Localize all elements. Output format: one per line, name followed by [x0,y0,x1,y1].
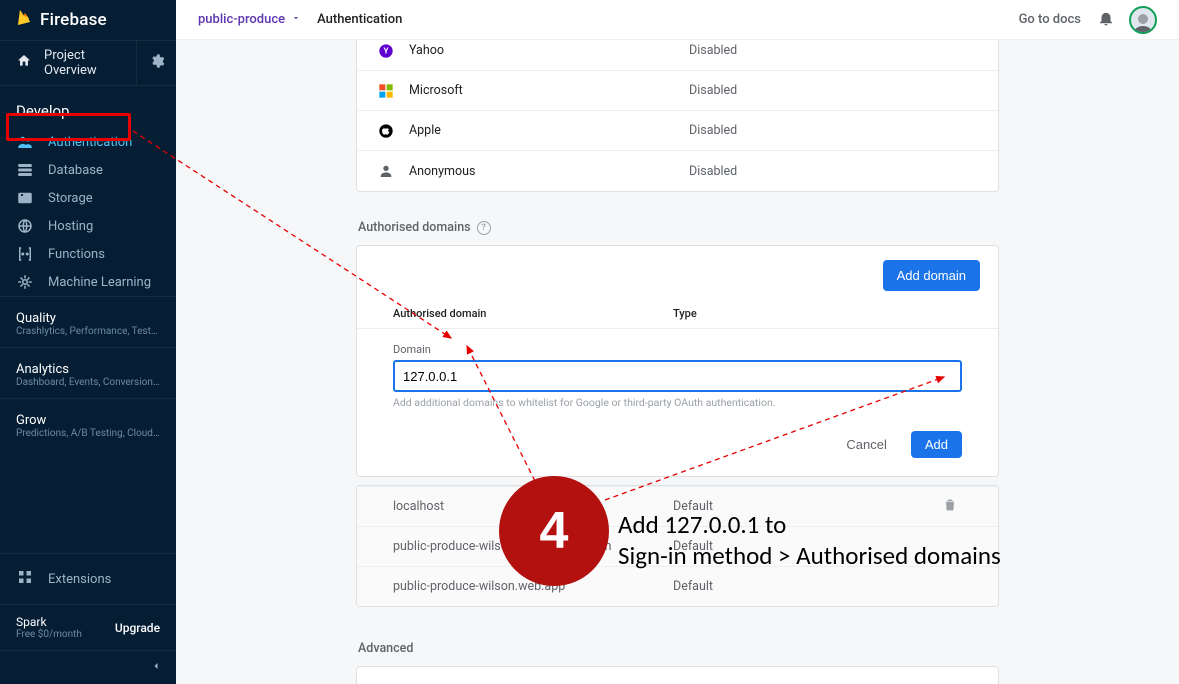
sidebar-group-grow[interactable]: Grow Predictions, A/B Testing, Cloud Mes… [0,398,176,449]
provider-name: Yahoo [409,43,689,58]
sidebar-item-functions[interactable]: Functions [0,240,176,268]
sidebar-section-develop: Develop [0,86,176,128]
provider-row[interactable]: AnonymousDisabled [357,151,998,191]
storage-icon [16,189,34,207]
brand-row[interactable]: Firebase [0,0,176,40]
user-avatar[interactable] [1129,6,1157,34]
domain-input-hint: Add additional domains to whitelist for … [393,396,962,409]
provider-status: Disabled [689,43,737,58]
notifications-bell-icon[interactable] [1097,9,1115,31]
yahoo-icon: Y [377,42,395,60]
project-name: public-produce [198,12,285,27]
provider-name: Anonymous [409,164,689,179]
provider-status: Disabled [689,83,737,98]
sidebar-group-title: Quality [0,307,176,326]
sidebar-item-database[interactable]: Database [0,156,176,184]
authorised-domains-card: Add domain Authorised domain Type Domain… [356,245,999,477]
globe-icon [16,217,34,235]
gear-icon [149,53,165,73]
delete-icon[interactable] [942,497,962,517]
sidebar-group-title: Grow [0,409,176,428]
col-domain-label: Authorised domain [393,307,673,320]
ml-icon [16,273,34,291]
sidebar-item-label: Database [48,163,103,178]
chevron-left-icon [150,660,162,676]
sidebar-group-subtitle: Dashboard, Events, Conversions, Audi… [0,377,176,388]
settings-gear-button[interactable] [136,40,176,86]
plan-row: Spark Free $0/month Upgrade [0,604,176,650]
anon-icon [377,162,395,180]
advanced-header: Advanced [358,641,999,656]
sidebar-item-storage[interactable]: Storage [0,184,176,212]
sidebar-item-label: Storage [48,191,93,206]
sidebar-group-subtitle: Predictions, A/B Testing, Cloud Mess… [0,428,176,439]
domain-type: Default [673,499,942,514]
advanced-card: One account per email address Preventing… [356,666,999,684]
add-domain-button[interactable]: Add domain [883,260,980,291]
domain-name: localhost [393,499,673,514]
breadcrumb: Authentication [317,12,402,27]
sidebar-item-authentication[interactable]: Authentication [0,128,176,156]
domain-type: Default [673,539,962,554]
dropdown-caret-icon [291,12,301,27]
provider-name: Apple [409,123,689,138]
domain-name: public-produce-wilson.firebaseapp.com [393,539,673,554]
help-icon[interactable]: ? [477,221,491,235]
home-icon [16,53,32,73]
authorised-domains-header: Authorised domains ? [358,220,999,235]
plan-price: Free $0/month [16,629,82,640]
provider-row[interactable]: MicrosoftDisabled [357,71,998,111]
plan-name: Spark [16,615,82,629]
domain-input-block: Domain Add additional domains to whiteli… [357,328,998,431]
domain-row[interactable]: localhostDefault [357,486,998,526]
sidebar-item-hosting[interactable]: Hosting [0,212,176,240]
provider-row[interactable]: AppleDisabled [357,111,998,151]
topbar: public-produce Authentication Go to docs [176,0,1179,40]
extensions-icon [16,568,34,590]
firebase-flame-icon [16,8,32,32]
sidebar-item-project-overview[interactable]: Project Overview [0,48,136,78]
col-type-label: Type [673,307,962,320]
sidebar-group-analytics[interactable]: Analytics Dashboard, Events, Conversions… [0,347,176,398]
database-icon [16,161,34,179]
apple-icon [377,122,395,140]
providers-card: YYahooDisabledMicrosoftDisabledAppleDisa… [356,40,999,192]
domain-input-label: Domain [393,343,962,356]
sidebar-item-extensions[interactable]: Extensions [0,553,176,604]
people-icon [16,133,34,151]
project-selector[interactable]: public-produce [198,12,301,27]
domain-input[interactable] [393,360,962,392]
sidebar-item-label: Extensions [48,572,111,587]
brand-name: Firebase [40,10,107,30]
sidebar-group-subtitle: Crashlytics, Performance, Test Lab a… [0,326,176,337]
domain-row[interactable]: public-produce-wilson.firebaseapp.comDef… [357,526,998,566]
sidebar-item-ml[interactable]: Machine Learning [0,268,176,296]
domain-row[interactable]: public-produce-wilson.web.appDefault [357,566,998,606]
sidebar-item-label: Hosting [48,219,93,234]
functions-icon [16,245,34,263]
sidebar-overview-label: Project Overview [44,48,120,78]
add-button[interactable]: Add [911,431,962,458]
provider-name: Microsoft [409,83,689,98]
microsoft-icon [377,82,395,100]
sidebar: Firebase Project Overview Develop Authen… [0,0,176,684]
docs-link[interactable]: Go to docs [1019,12,1081,27]
sidebar-item-label: Machine Learning [48,275,151,290]
sidebar-item-label: Authentication [48,135,132,150]
cancel-button[interactable]: Cancel [840,436,892,453]
provider-status: Disabled [689,123,737,138]
domain-name: public-produce-wilson.web.app [393,579,673,594]
upgrade-button[interactable]: Upgrade [115,621,160,635]
sidebar-collapse-button[interactable] [0,650,176,684]
sidebar-group-title: Analytics [0,358,176,377]
domain-type: Default [673,579,962,594]
main-content: YYahooDisabledMicrosoftDisabledAppleDisa… [176,40,1179,684]
provider-status: Disabled [689,164,737,179]
sidebar-item-label: Functions [48,247,105,262]
provider-row[interactable]: Y YahooDisabled [357,40,998,71]
domains-table-head: Authorised domain Type [357,301,998,328]
svg-text:Y: Y [384,46,389,55]
sidebar-group-quality[interactable]: Quality Crashlytics, Performance, Test L… [0,296,176,347]
